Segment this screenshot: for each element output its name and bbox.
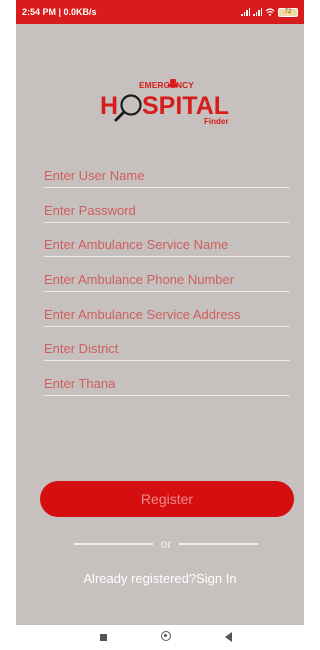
ambulance-address-field[interactable]: [44, 303, 290, 327]
hospital-finder-logo: EMERGENCY H SPITAL Finder: [100, 79, 229, 126]
back-icon[interactable]: [225, 632, 232, 642]
wifi-icon: [265, 8, 275, 16]
status-bar: 2:54 PM | 0.0KB/s 72: [16, 0, 304, 24]
battery-icon: 72: [278, 7, 298, 17]
thana-input[interactable]: [44, 372, 290, 394]
logo-emergency-text: EMERGENCY: [139, 80, 194, 90]
password-field[interactable]: [44, 199, 290, 223]
ambulance-service-name-field[interactable]: [44, 233, 290, 257]
logo-spital-text: SPITAL: [142, 92, 229, 120]
district-input[interactable]: [44, 337, 290, 359]
signal-icon: [241, 8, 250, 16]
register-button[interactable]: Register: [40, 481, 294, 517]
divider-line-left: [74, 543, 153, 545]
phone-screen: 2:54 PM | 0.0KB/s 72 EMERGENCY H SPITAL …: [16, 0, 304, 650]
ambulance-service-name-input[interactable]: [44, 233, 290, 255]
recent-apps-icon[interactable]: [100, 634, 107, 641]
thana-field[interactable]: [44, 372, 290, 396]
ambulance-address-input[interactable]: [44, 303, 290, 325]
sign-in-link[interactable]: Already registered?Sign In: [16, 571, 304, 586]
ambulance-phone-field[interactable]: [44, 268, 290, 292]
ambulance-phone-input[interactable]: [44, 268, 290, 290]
home-icon[interactable]: [161, 631, 171, 641]
magnifier-icon: [114, 94, 142, 122]
divider-line-right: [179, 543, 259, 545]
logo-h-letter: H: [100, 92, 118, 120]
logo-finder-text: Finder: [204, 117, 228, 126]
user-name-input[interactable]: [44, 164, 290, 186]
or-divider: or: [74, 536, 259, 552]
district-field[interactable]: [44, 337, 290, 361]
password-input[interactable]: [44, 199, 290, 221]
system-nav-bar: [16, 625, 304, 650]
user-name-field[interactable]: [44, 164, 290, 188]
signal-icon-2: [253, 8, 262, 16]
register-screen: EMERGENCY H SPITAL Finder Enter User Nam…: [16, 24, 304, 625]
or-label: or: [160, 537, 172, 551]
status-time: 2:54 PM | 0.0KB/s: [22, 7, 97, 17]
status-icons: 72: [241, 7, 298, 17]
